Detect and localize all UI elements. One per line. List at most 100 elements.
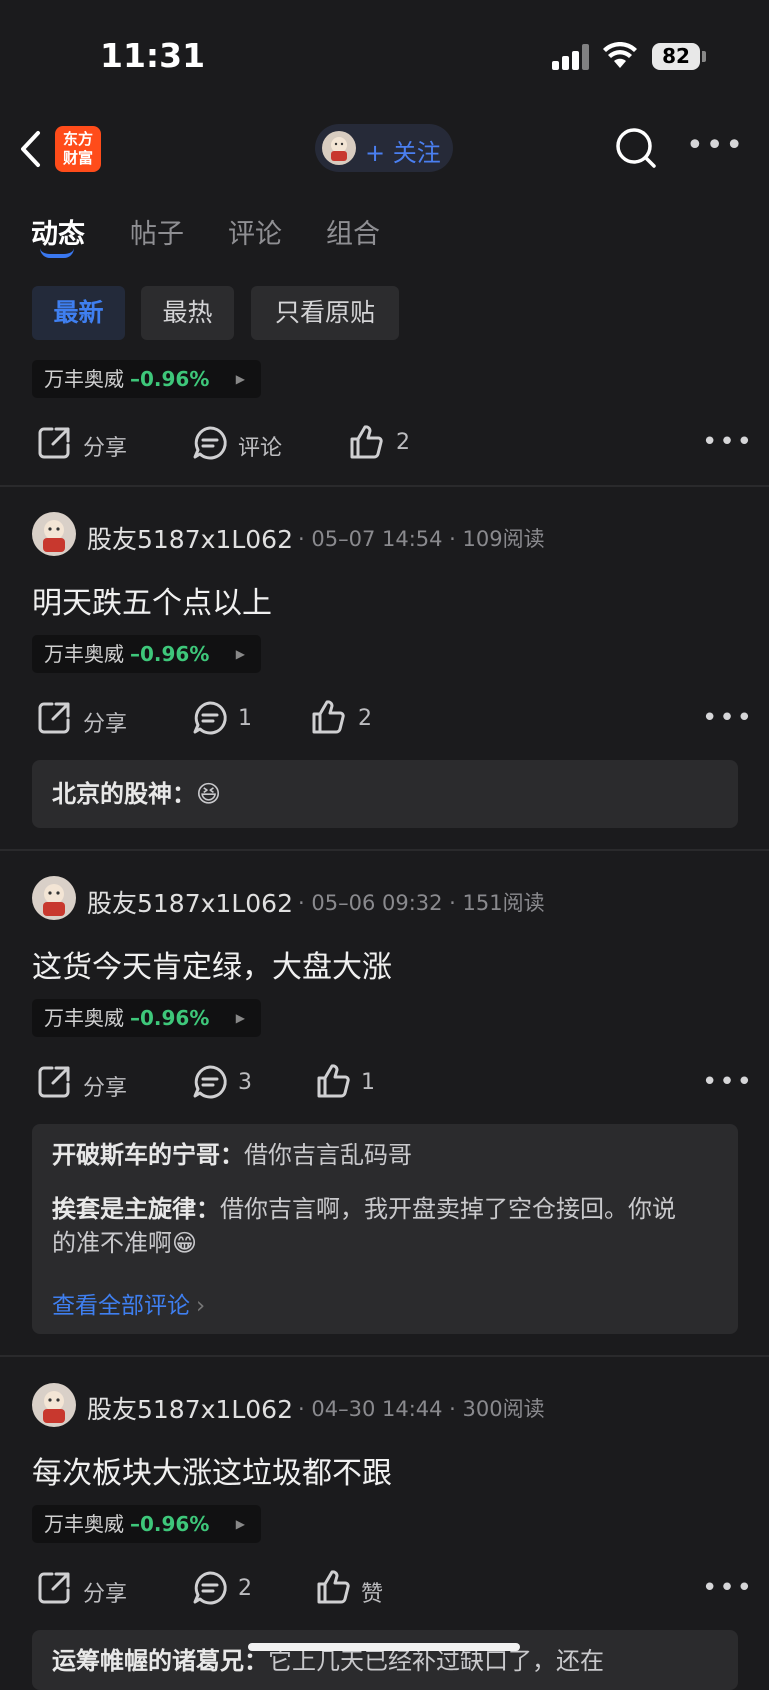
comment-body: 它上几天已经补过缺口了，还在 xyxy=(268,1647,604,1675)
filter-hot[interactable]: 最热 xyxy=(141,286,234,340)
stock-tag[interactable]: 万丰奥威 –0.96% ▶ xyxy=(32,999,261,1037)
comment-preview[interactable]: 运筹帷幄的诸葛兄：它上几天已经补过缺口了，还在 xyxy=(32,1630,738,1690)
triangle-right-icon: ▶ xyxy=(235,647,245,661)
triangle-right-icon: ▶ xyxy=(235,1517,245,1531)
battery-tip xyxy=(702,51,706,62)
post-divider xyxy=(0,485,769,487)
like-icon[interactable] xyxy=(310,699,346,739)
wifi-icon xyxy=(602,41,638,74)
follow-label[interactable]: + 关注 xyxy=(365,133,441,168)
comment-preview[interactable]: 北京的股神：😆 xyxy=(32,760,738,828)
post-reads: 109阅读 xyxy=(462,527,545,551)
tab-comments[interactable]: 评论 xyxy=(228,212,282,251)
comment-author[interactable]: 运筹帷幄的诸葛兄： xyxy=(52,1647,268,1675)
logo-line1: 东方 xyxy=(62,130,93,148)
post-meta: · 05–06 09:32 · 151阅读 xyxy=(298,891,545,915)
post-text[interactable]: 每次板块大涨这垃圾都不跟 xyxy=(32,1448,392,1492)
share-icon[interactable] xyxy=(36,1064,72,1104)
post-reads: 151阅读 xyxy=(462,891,545,915)
share-label[interactable]: 分享 xyxy=(83,706,127,738)
post-author[interactable]: 股友5187x1L062 xyxy=(87,520,293,556)
comment-body: 😆 xyxy=(196,780,222,808)
comment-author[interactable]: 北京的股神： xyxy=(52,780,196,808)
comment-icon[interactable] xyxy=(192,700,228,740)
share-icon[interactable] xyxy=(36,700,72,740)
avatar[interactable] xyxy=(32,876,76,920)
stock-mascot-avatar xyxy=(322,131,356,165)
post-divider xyxy=(0,1355,769,1357)
stock-tag[interactable]: 万丰奥威 –0.96% ▶ xyxy=(32,360,261,398)
status-time: 11:31 xyxy=(100,36,206,75)
comment-label[interactable]: 评论 xyxy=(238,430,282,462)
comment-count: 2 xyxy=(238,1576,252,1601)
back-icon[interactable] xyxy=(18,130,44,172)
cellular-signal-icon xyxy=(552,44,592,70)
comment-count: 3 xyxy=(238,1070,252,1095)
share-label[interactable]: 分享 xyxy=(83,430,127,462)
post-time: 05–06 09:32 xyxy=(311,891,443,915)
post-text[interactable]: 明天跌五个点以上 xyxy=(32,578,272,622)
comment-preview[interactable]: 开破斯车的宁哥：借你吉言乱码哥 挨套是主旋律：借你吉言啊，我开盘卖掉了空仓接回。… xyxy=(32,1124,738,1334)
share-icon[interactable] xyxy=(36,425,72,465)
triangle-right-icon: ▶ xyxy=(235,1011,245,1025)
post-time: 05–07 14:54 xyxy=(311,527,443,551)
comment-icon[interactable] xyxy=(192,425,228,465)
filter-latest[interactable]: 最新 xyxy=(32,286,125,340)
tab-dynamic[interactable]: 动态 xyxy=(31,212,85,251)
chevron-right-icon: › xyxy=(196,1293,206,1319)
tab-portfolio[interactable]: 组合 xyxy=(326,212,380,251)
stock-name: 万丰奥威 xyxy=(44,1512,124,1536)
avatar[interactable] xyxy=(32,1383,76,1427)
share-icon[interactable] xyxy=(36,1570,72,1610)
view-all-label[interactable]: 查看全部评论 xyxy=(52,1293,190,1319)
stock-change: –0.96% xyxy=(130,1512,210,1536)
stock-change: –0.96% xyxy=(130,367,210,391)
stock-name: 万丰奥威 xyxy=(44,367,124,391)
post-text[interactable]: 这货今天肯定绿，大盘大涨 xyxy=(32,942,392,986)
more-menu-icon[interactable]: ••• xyxy=(686,128,745,163)
comment-body: 借你吉言乱码哥 xyxy=(244,1141,412,1169)
like-icon[interactable] xyxy=(315,1569,351,1609)
home-indicator[interactable] xyxy=(248,1643,520,1651)
tab-bar xyxy=(0,190,769,260)
post-divider xyxy=(0,849,769,851)
stock-tag[interactable]: 万丰奥威 –0.96% ▶ xyxy=(32,635,261,673)
filter-original-only[interactable]: 只看原贴 xyxy=(251,286,399,340)
comment-author[interactable]: 开破斯车的宁哥： xyxy=(52,1141,244,1169)
tab-active-indicator xyxy=(40,248,74,258)
like-label[interactable]: 赞 xyxy=(361,1576,383,1608)
share-label[interactable]: 分享 xyxy=(83,1070,127,1102)
stock-tag[interactable]: 万丰奥威 –0.96% ▶ xyxy=(32,1505,261,1543)
stock-change: –0.96% xyxy=(130,1006,210,1030)
post-more-icon[interactable]: ••• xyxy=(702,427,754,457)
post-more-icon[interactable]: ••• xyxy=(702,1067,754,1097)
search-icon[interactable] xyxy=(614,126,658,174)
stock-name: 万丰奥威 xyxy=(44,1006,124,1030)
comment-icon[interactable] xyxy=(192,1064,228,1104)
like-count: 1 xyxy=(361,1070,375,1095)
logo-line2: 财富 xyxy=(62,149,93,167)
like-count: 2 xyxy=(358,706,372,731)
avatar[interactable] xyxy=(32,512,76,556)
post-time: 04–30 14:44 xyxy=(311,1397,443,1421)
like-icon[interactable] xyxy=(315,1063,351,1103)
battery-indicator: 82 xyxy=(652,43,700,70)
stock-change: –0.96% xyxy=(130,642,210,666)
view-all-comments-link[interactable]: 查看全部评论 › xyxy=(52,1286,205,1320)
comment-author[interactable]: 挨套是主旋律： xyxy=(52,1195,220,1223)
post-author[interactable]: 股友5187x1L062 xyxy=(87,884,293,920)
post-author[interactable]: 股友5187x1L062 xyxy=(87,1390,293,1426)
like-count: 2 xyxy=(396,430,410,455)
stock-name: 万丰奥威 xyxy=(44,642,124,666)
like-icon[interactable] xyxy=(348,424,384,464)
post-meta: · 04–30 14:44 · 300阅读 xyxy=(298,1397,545,1421)
post-reads: 300阅读 xyxy=(462,1397,545,1421)
post-more-icon[interactable]: ••• xyxy=(702,1573,754,1603)
comment-count: 1 xyxy=(238,706,252,731)
tab-posts[interactable]: 帖子 xyxy=(130,212,184,251)
post-more-icon[interactable]: ••• xyxy=(702,703,754,733)
post-meta: · 05–07 14:54 · 109阅读 xyxy=(298,527,545,551)
comment-icon[interactable] xyxy=(192,1570,228,1610)
app-logo: 东方 财富 xyxy=(55,126,101,172)
share-label[interactable]: 分享 xyxy=(83,1576,127,1608)
